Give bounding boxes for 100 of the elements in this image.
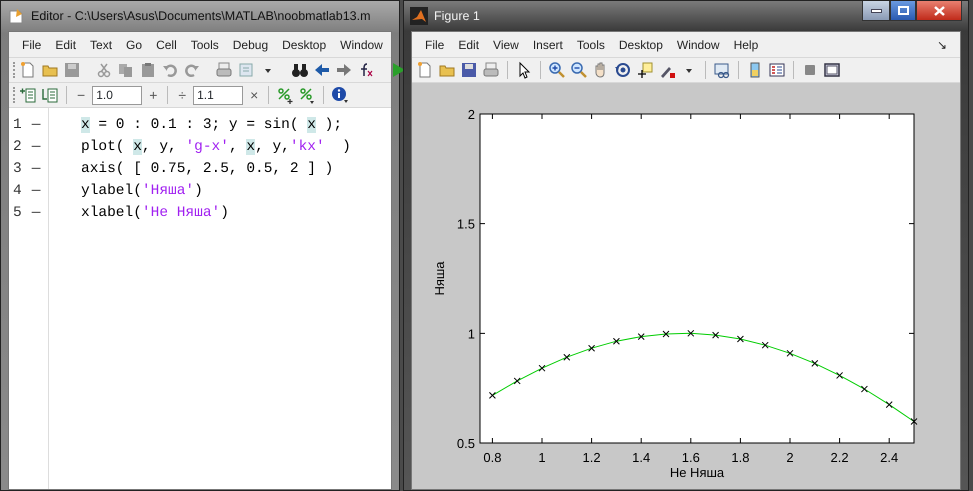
data-marker (786, 350, 794, 357)
divide-button[interactable]: ÷ (175, 84, 190, 106)
breakpoint-marker[interactable]: — (32, 114, 40, 136)
data-marker (860, 386, 868, 393)
y-axis-label: Няша (432, 261, 447, 296)
x-axis-label: Не Няша (670, 465, 724, 480)
menu-item[interactable]: Tools (184, 34, 226, 56)
minimize-icon (870, 8, 882, 12)
data-marker (687, 330, 694, 337)
window-panel-icon[interactable] (823, 61, 841, 79)
info-icon[interactable] (331, 86, 350, 104)
printer-icon[interactable] (482, 61, 500, 79)
remove-cell-icon[interactable] (41, 86, 59, 104)
data-cursor-icon[interactable] (636, 61, 654, 79)
matlab-logo-icon (410, 7, 428, 25)
y-tick-label: 0.5 (456, 436, 475, 451)
data-marker (514, 377, 521, 384)
save-icon[interactable] (460, 61, 478, 79)
zoom-out-icon[interactable] (570, 61, 588, 79)
code-line: plot( x, y, 'g-x', x, y,'kx' ) (81, 138, 351, 157)
decrement-button[interactable]: − (74, 84, 88, 106)
dock-button[interactable]: ↘ (930, 34, 954, 56)
data-marker (886, 401, 893, 408)
x-tick-label: 1.2 (582, 450, 601, 465)
window-title: Editor - C:\Users\Asus\Documents\MATLAB\noobmatlab13.m (31, 8, 370, 25)
breakpoint-marker[interactable]: — (32, 202, 40, 224)
breakpoint-marker[interactable]: — (32, 136, 40, 158)
menu-item[interactable]: Text (83, 34, 120, 56)
data-marker (612, 338, 620, 345)
y-tick-label: 1 (468, 326, 475, 342)
paste-icon[interactable] (139, 61, 157, 79)
code-line: axis( [ 0.75, 2.5, 0.5, 2 ] ) (81, 160, 334, 179)
menu-item[interactable]: Desktop (612, 34, 670, 56)
data-marker (588, 344, 596, 352)
data-marker (762, 342, 769, 349)
line-number: 4 (13, 182, 22, 201)
menu-item[interactable]: Window (333, 34, 390, 56)
y-tick-label: 1.5 (456, 216, 475, 232)
data-marker (910, 418, 918, 425)
link-icon[interactable] (713, 61, 731, 79)
zoom-in-icon[interactable] (548, 61, 566, 79)
menu-item[interactable]: View (486, 34, 526, 56)
menu-item[interactable]: Insert (526, 34, 570, 56)
code-line: xlabel('Не Няша') (81, 204, 230, 223)
printer-icon[interactable] (215, 61, 233, 79)
data-marker (811, 360, 818, 367)
data-marker (563, 354, 570, 361)
data-marker (538, 364, 546, 372)
breakpoint-marker[interactable]: — (32, 158, 40, 180)
menu-item[interactable]: Edit (48, 34, 84, 56)
x-tick-label: 2.2 (830, 450, 849, 465)
menu-item[interactable]: Edit (451, 34, 486, 56)
breakpoint-marker[interactable]: — (32, 180, 40, 202)
rotate-icon[interactable] (614, 61, 632, 79)
percent-plus-icon[interactable] (276, 86, 294, 104)
menu-item[interactable]: File (15, 34, 48, 56)
menu-item[interactable]: Window (670, 34, 727, 56)
factor-field[interactable]: 1.1 (193, 86, 244, 104)
window-title: Figure 1 (434, 8, 480, 25)
multiply-button[interactable]: × (247, 84, 262, 106)
x-tick-label: 1.6 (682, 450, 700, 465)
data-marker (662, 330, 670, 338)
menu-item[interactable]: Tools (570, 34, 612, 56)
increment-button[interactable]: + (146, 84, 160, 106)
maximize-button[interactable] (890, 1, 916, 21)
editor-file-icon (7, 7, 25, 25)
forward-arrow-icon[interactable] (335, 61, 353, 79)
data-marker (836, 372, 844, 379)
data-marker (712, 332, 720, 339)
close-button[interactable] (916, 1, 962, 21)
menu-item[interactable]: File (418, 34, 452, 56)
x-tick-label: 1 (538, 450, 546, 465)
binoculars-icon[interactable] (291, 61, 309, 79)
menu-item[interactable]: Debug (226, 34, 276, 56)
maximize-icon (898, 6, 908, 15)
minimize-button[interactable] (862, 1, 890, 21)
y-tick-label: 2 (468, 107, 475, 122)
data-marker (736, 336, 744, 343)
close-icon (934, 6, 944, 16)
x-tick-label: 0.8 (483, 450, 502, 465)
legend-icon[interactable] (768, 61, 786, 79)
x-tick-label: 2.4 (880, 450, 898, 465)
menu-item[interactable]: Help (726, 34, 766, 56)
line-number: 1 (13, 116, 22, 135)
insert-cell-icon[interactable] (19, 86, 37, 104)
x-tick-label: 1.4 (632, 450, 650, 465)
value-field[interactable]: 1.0 (92, 86, 142, 104)
line-number: 5 (13, 204, 22, 223)
data-marker (638, 333, 645, 340)
data-marker (488, 392, 496, 399)
menu-item[interactable]: Cell (149, 34, 184, 56)
code-line: ylabel('Няша') (81, 182, 204, 201)
menu-item[interactable]: Go (119, 34, 150, 56)
x-tick-label: 1.8 (731, 450, 750, 465)
line-number: 2 (13, 138, 22, 157)
back-arrow-icon[interactable] (313, 61, 331, 79)
line-number: 3 (13, 160, 22, 179)
x-tick-label: 2 (786, 450, 794, 465)
menu-item[interactable]: Desktop (275, 34, 334, 56)
code-line: x = 0 : 0.1 : 3; y = sin( x ); (81, 116, 344, 135)
